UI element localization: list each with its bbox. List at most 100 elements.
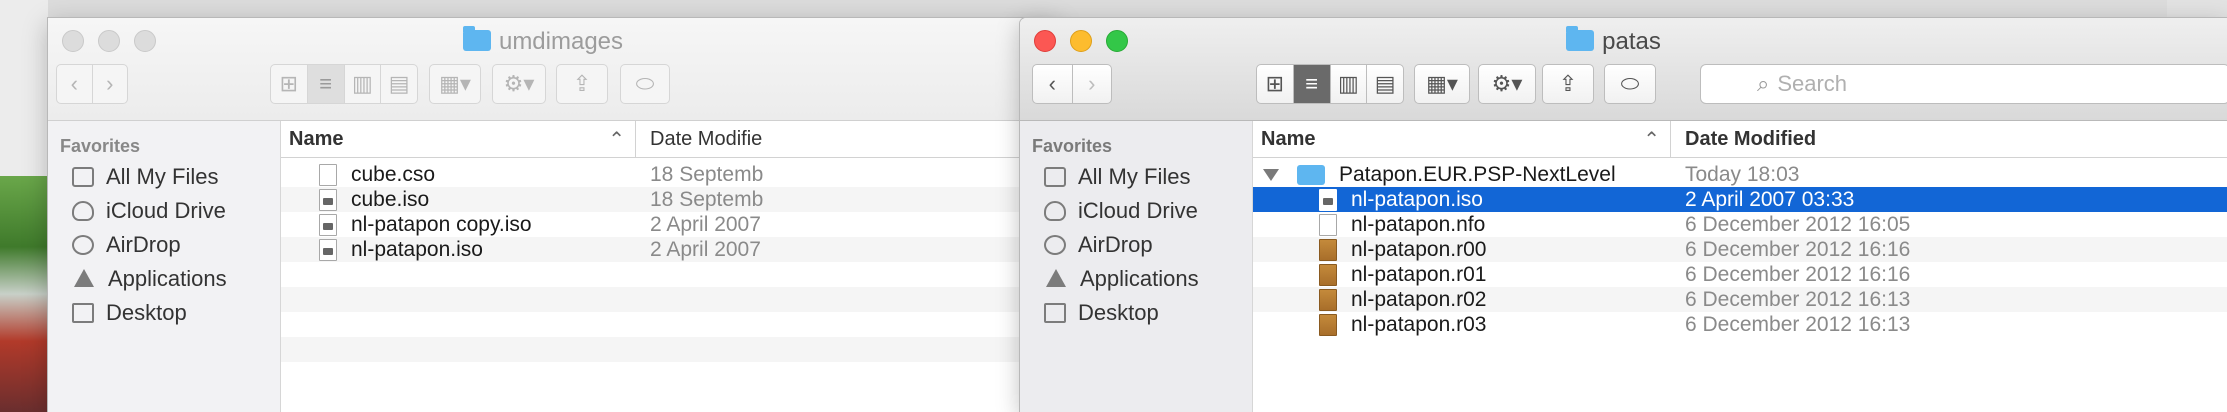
name-column-label: Name	[1261, 127, 1316, 150]
file-row[interactable]: nl-patapon.nfo 6 December 2012 16:05	[1253, 212, 2227, 237]
search-icon: ⌕	[1757, 71, 1770, 96]
airdrop-icon	[72, 235, 94, 255]
applications-icon	[1044, 267, 1068, 291]
file-row-selected[interactable]: nl-patapon.iso 2 April 2007 03:33	[1253, 187, 2227, 212]
cover-flow-button[interactable]: ▤	[1367, 65, 1403, 103]
forward-button[interactable]: ›	[1073, 65, 1112, 103]
disk-image-icon	[319, 238, 337, 261]
share-icon: ⇪	[572, 71, 592, 96]
action-button[interactable]: ⚙▾	[492, 64, 546, 104]
share-button[interactable]: ⇪	[556, 64, 608, 104]
column-view-button[interactable]: ▥	[1331, 65, 1368, 103]
finder-window-umdimages[interactable]: umdimages ‹ › ⊞ ≡ ▥ ▤ ▦▾ ⚙▾ ⇪ ⬭ Favorite…	[48, 18, 1058, 412]
titlebar[interactable]: umdimages ‹ › ⊞ ≡ ▥ ▤ ▦▾ ⚙▾ ⇪ ⬭	[48, 18, 1058, 121]
sidebar: Favorites All My Files iCloud Drive AirD…	[48, 121, 281, 412]
name-column-header[interactable]: Name ⌃	[281, 121, 636, 157]
sidebar-item-label: iCloud Drive	[106, 198, 226, 223]
sidebar-item-all-my-files[interactable]: All My Files	[1020, 160, 1252, 194]
icon-view-button[interactable]: ⊞	[1257, 65, 1294, 103]
back-forward-control: ‹ ›	[1032, 64, 1112, 104]
window-title: patas	[1020, 26, 2227, 56]
tag-icon: ⬭	[635, 71, 655, 96]
sidebar-item-label: AirDrop	[1078, 232, 1153, 257]
column-header: Name ⌃ Date Modifie	[281, 121, 1058, 158]
all-files-icon	[1044, 167, 1066, 187]
file-row[interactable]: nl-patapon copy.iso 2 April 2007	[281, 212, 1058, 237]
arrange-icon: ▦▾	[1426, 71, 1458, 96]
disclosure-triangle-icon[interactable]	[1263, 168, 1279, 181]
icon-view-button[interactable]: ⊞	[271, 65, 308, 103]
sidebar-heading: Favorites	[60, 136, 141, 156]
sidebar-item-desktop[interactable]: Desktop	[1020, 296, 1252, 330]
file-row[interactable]: nl-patapon.r01 6 December 2012 16:16	[1253, 262, 2227, 287]
sidebar-item-icloud-drive[interactable]: iCloud Drive	[1020, 194, 1252, 228]
action-button[interactable]: ⚙▾	[1478, 64, 1536, 104]
file-row[interactable]: nl-patapon.r00 6 December 2012 16:16	[1253, 237, 2227, 262]
desktop-background-right	[2167, 0, 2227, 20]
disk-image-icon	[1319, 188, 1337, 211]
cover-flow-button[interactable]: ▤	[381, 65, 417, 103]
sidebar-item-label: Desktop	[1078, 300, 1159, 325]
file-row[interactable]: nl-patapon.r02 6 December 2012 16:13	[1253, 287, 2227, 312]
search-field[interactable]: ⌕ Search	[1700, 64, 2227, 104]
folder-row[interactable]: Patapon.EUR.PSP-NextLevel Today 18:03	[1253, 162, 2227, 187]
file-name-cell: nl-patapon.iso	[281, 238, 636, 262]
sidebar-item-airdrop[interactable]: AirDrop	[48, 228, 280, 262]
file-date: 6 December 2012 16:13	[1685, 312, 1911, 336]
finder-window-patas[interactable]: patas ‹ › ⊞ ≡ ▥ ▤ ▦▾ ⚙▾ ⇪ ⬭ ⌕ Search Favo…	[1020, 18, 2227, 412]
sidebar-item-label: All My Files	[106, 164, 219, 189]
window-title-label: patas	[1602, 28, 1661, 55]
back-button[interactable]: ‹	[1033, 65, 1073, 103]
empty-row	[281, 312, 1058, 337]
sidebar-heading: Favorites	[1032, 136, 1113, 156]
file-name-cell: cube.cso	[281, 163, 636, 187]
file-date: 6 December 2012 16:05	[1685, 212, 1911, 236]
sidebar-item-airdrop[interactable]: AirDrop	[1020, 228, 1252, 262]
rar-archive-icon	[1319, 263, 1337, 286]
tag-button[interactable]: ⬭	[620, 64, 670, 104]
search-placeholder: Search	[1777, 71, 1848, 96]
date-column-header[interactable]: Date Modifie	[636, 121, 762, 157]
file-row[interactable]: nl-patapon.iso 2 April 2007	[281, 237, 1058, 262]
share-button[interactable]: ⇪	[1542, 64, 1594, 104]
file-row[interactable]: nl-patapon.r03 6 December 2012 16:13	[1253, 312, 2227, 337]
sidebar-item-applications[interactable]: Applications	[48, 262, 280, 296]
empty-row	[281, 337, 1058, 362]
file-date: Today 18:03	[1685, 162, 1800, 186]
date-column-label: Date Modified	[1685, 127, 1817, 150]
file-row[interactable]: cube.iso 18 Septemb	[281, 187, 1058, 212]
list-view-button[interactable]: ≡	[307, 65, 345, 103]
arrange-button[interactable]: ▦▾	[1414, 64, 1470, 104]
arrange-button[interactable]: ▦▾	[429, 64, 481, 104]
view-mode-control: ⊞ ≡ ▥ ▤	[1256, 64, 1404, 104]
sidebar-item-applications[interactable]: Applications	[1020, 262, 1252, 296]
file-row[interactable]: cube.cso 18 Septemb	[281, 162, 1058, 187]
list-view-button[interactable]: ≡	[1293, 65, 1331, 103]
back-button[interactable]: ‹	[57, 65, 93, 103]
file-name-cell: nl-patapon.r02	[1253, 288, 1671, 312]
date-column-header[interactable]: Date Modified	[1671, 121, 1816, 157]
file-date: 2 April 2007 03:33	[1685, 187, 1855, 211]
cloud-icon	[1044, 201, 1066, 221]
sidebar-item-all-my-files[interactable]: All My Files	[48, 160, 280, 194]
file-name-cell: nl-patapon.r01	[1253, 263, 1671, 287]
disk-image-icon	[319, 213, 337, 236]
folder-icon	[462, 26, 491, 51]
sidebar: Favorites All My Files iCloud Drive AirD…	[1020, 121, 1253, 412]
file-date: 6 December 2012 16:16	[1685, 262, 1911, 286]
file-date: 2 April 2007	[650, 212, 761, 236]
document-icon	[1319, 213, 1337, 236]
tag-button[interactable]: ⬭	[1604, 64, 1656, 104]
file-name-cell: cube.iso	[281, 188, 636, 212]
rar-archive-icon	[1319, 313, 1337, 336]
sidebar-item-icloud-drive[interactable]: iCloud Drive	[48, 194, 280, 228]
titlebar[interactable]: patas ‹ › ⊞ ≡ ▥ ▤ ▦▾ ⚙▾ ⇪ ⬭ ⌕ Search	[1020, 18, 2227, 121]
column-view-button[interactable]: ▥	[345, 65, 382, 103]
folder-icon	[1297, 164, 1325, 185]
desktop-icon	[72, 303, 94, 323]
sidebar-item-desktop[interactable]: Desktop	[48, 296, 280, 330]
file-name-cell: nl-patapon.r03	[1253, 313, 1671, 337]
forward-button[interactable]: ›	[93, 65, 128, 103]
sidebar-item-label: AirDrop	[106, 232, 181, 257]
name-column-header[interactable]: Name ⌃	[1253, 121, 1671, 157]
